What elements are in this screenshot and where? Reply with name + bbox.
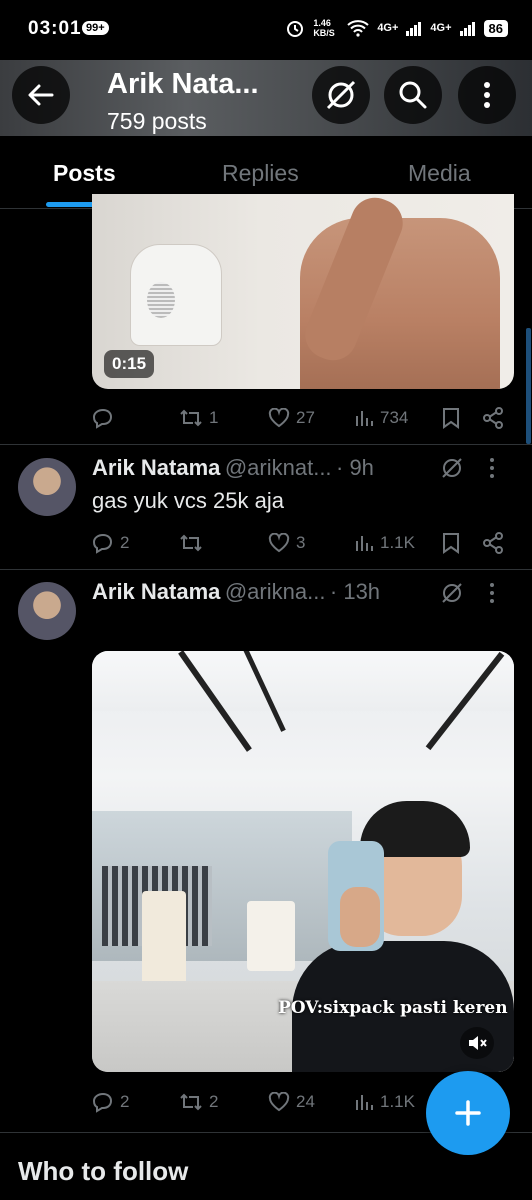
share-icon[interactable] [482,407,504,429]
mute-button[interactable] [460,1027,494,1059]
compose-button[interactable] [426,1071,510,1155]
image-content [92,651,514,711]
status-icons: 1.46 KB/S 4G+ 4G+ 86 [285,18,508,38]
image-content [147,282,175,318]
post-time: · 9h [336,455,374,480]
more-vertical-icon[interactable] [488,456,496,480]
section-heading: Who to follow [18,1156,189,1186]
video-media[interactable]: 0:15 [92,194,514,389]
image-content [340,887,380,947]
repost-count: 2 [209,1092,219,1111]
avatar[interactable] [18,458,76,516]
author-handle[interactable]: @arikna... [225,579,326,604]
reply-icon [92,408,113,429]
post-header: Arik Natama @arikna... · 13h [92,579,472,605]
like-button[interactable]: 24 [268,1092,315,1112]
muted-speaker-icon [469,1036,487,1050]
post-actions: 2 3 1.1K [92,530,512,556]
reply-icon [92,533,113,554]
signal-bars-icon [406,22,422,36]
like-count: 3 [296,533,306,552]
divider [0,444,532,445]
slash-circle-icon [326,80,356,110]
author-name[interactable]: Arik Natama [92,579,220,604]
bookmark-icon[interactable] [442,532,460,554]
repost-icon [180,409,202,427]
repost-button[interactable]: 1 [179,407,218,429]
views-icon [356,411,373,426]
repost-button[interactable]: 2 [179,1091,218,1113]
view-count: 1.1K [380,533,415,552]
heart-icon [268,1092,290,1112]
notification-badge: 99+ [82,21,109,35]
plus-icon [455,1100,481,1126]
profile-header: Arik Nata... 759 posts [0,60,532,136]
status-time: 03:01 [28,18,82,39]
post-time: · 13h [329,579,381,604]
reply-count: 2 [120,1092,130,1111]
video-media[interactable]: POV:sixpack pasti keren [92,651,514,1072]
tab-posts[interactable]: Posts [53,160,116,187]
heart-icon [268,533,290,553]
like-button[interactable]: 27 [268,408,315,428]
repost-count: 1 [209,408,219,427]
reply-icon [92,1092,113,1113]
search-icon [399,81,427,109]
wifi-icon [347,20,369,37]
image-content [247,901,295,971]
repost-button[interactable] [179,532,209,554]
alarm-icon [287,21,304,37]
video-duration: 0:15 [104,350,155,378]
post-header: Arik Natama @ariknat... · 9h [92,455,472,481]
arrow-left-icon [28,84,54,106]
status-bar: 03:01 99+ 1.46 KB/S 4G+ 4G+ 86 [0,0,532,60]
back-button[interactable] [12,66,70,124]
reply-button[interactable]: 2 [92,1091,129,1113]
view-count: 1.1K [380,1092,415,1111]
slash-circle-icon[interactable] [440,581,464,605]
tweet-text: gas yuk vcs 25k aja [92,488,284,513]
post-actions: 1 27 734 [92,405,512,431]
views-button[interactable]: 1.1K [354,533,415,553]
search-button[interactable] [384,66,442,124]
profile-name: Arik Nata... [107,68,259,100]
reply-count: 2 [120,533,130,552]
reply-button[interactable]: 2 [92,532,129,554]
more-button[interactable] [458,66,516,124]
signal-bars-icon [459,22,475,36]
tab-media[interactable]: Media [408,160,471,187]
image-content [130,244,222,346]
tab-replies[interactable]: Replies [222,160,299,187]
slash-circle-icon[interactable] [440,456,464,480]
like-count: 27 [296,408,315,427]
author-name[interactable]: Arik Natama [92,455,220,480]
reply-button[interactable] [92,407,120,429]
view-count: 734 [380,408,409,427]
signal-2-label: 4G+ [430,22,452,34]
bookmark-icon[interactable] [442,407,460,429]
views-icon [356,1095,373,1110]
views-button[interactable]: 1.1K [354,1092,415,1112]
battery-level: 86 [483,19,508,37]
like-button[interactable]: 3 [268,533,305,553]
scrollbar[interactable] [526,328,531,444]
like-count: 24 [296,1092,315,1111]
share-icon[interactable] [482,532,504,554]
repost-icon [180,1093,202,1111]
video-caption: POV:sixpack pasti keren [278,998,508,1018]
grok-button[interactable] [312,66,370,124]
heart-icon [268,408,290,428]
divider [0,569,532,570]
avatar[interactable] [18,582,76,640]
views-icon [356,536,373,551]
signal-1-label: 4G+ [377,22,399,34]
more-vertical-icon [484,82,490,108]
more-vertical-icon[interactable] [488,581,496,605]
views-button[interactable]: 734 [354,408,408,428]
author-handle[interactable]: @ariknat... [225,455,332,480]
post-count: 759 posts [107,108,207,134]
net-speed: 1.46 KB/S [313,18,335,38]
repost-icon [180,534,202,552]
